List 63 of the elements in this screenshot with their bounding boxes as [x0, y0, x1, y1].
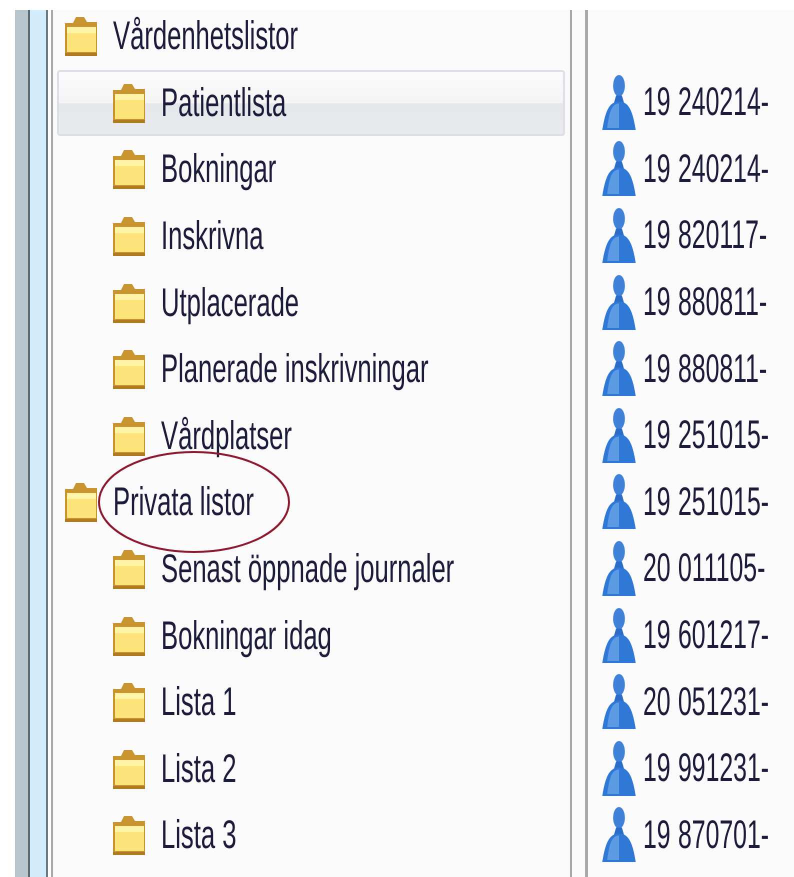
folder-icon — [111, 614, 147, 657]
folder-icon — [111, 681, 147, 724]
tree-item-label[interactable]: Utplacerade — [161, 278, 300, 327]
tree-item-label[interactable]: Bokningar idag — [161, 612, 332, 660]
birth-century: 19 — [643, 412, 671, 460]
personal-number: 870701- — [678, 812, 769, 859]
folder-icon — [63, 481, 99, 524]
folder-icon — [111, 282, 147, 324]
personal-number: 051231- — [678, 678, 769, 726]
tree-item-label[interactable]: Senast öppnade journaler — [161, 545, 454, 594]
tree-item-label[interactable]: Patientlista — [161, 78, 286, 127]
tree-item-label[interactable]: Bokningar — [161, 145, 276, 194]
person-icon — [601, 74, 637, 131]
person-icon — [601, 606, 637, 664]
tree-item-label[interactable]: Vårdplatser — [161, 412, 292, 460]
person-icon — [601, 673, 637, 730]
birth-century: 19 — [643, 212, 671, 260]
folder-icon — [111, 348, 147, 390]
person-icon — [601, 406, 637, 464]
birth-century: 19 — [643, 146, 671, 193]
splitter-bar[interactable] — [570, 10, 588, 877]
personal-number: 880811- — [678, 346, 767, 393]
person-icon — [601, 140, 637, 198]
tree-item-label[interactable]: Vårdenhetslistor — [113, 12, 298, 60]
folder-icon — [63, 15, 99, 58]
person-icon — [601, 340, 637, 398]
tree-item-label[interactable]: Inskrivna — [161, 212, 264, 260]
birth-century: 19 — [643, 346, 671, 393]
folder-icon — [111, 215, 147, 258]
tree-item-label[interactable]: Planerade inskrivningar — [161, 345, 429, 394]
personal-number: 991231- — [678, 745, 769, 792]
birth-century: 19 — [643, 279, 671, 326]
birth-century: 19 — [643, 812, 671, 859]
folder-icon — [111, 814, 147, 856]
birth-century: 20 — [643, 545, 671, 592]
personal-number: 601217- — [678, 612, 769, 660]
folder-icon — [111, 748, 147, 790]
person-icon — [601, 806, 637, 864]
tree-item-label[interactable]: Lista 1 — [161, 678, 236, 726]
personal-number: 251015- — [678, 478, 769, 526]
personal-number: 240214- — [678, 146, 769, 193]
folder-icon — [111, 414, 147, 457]
personal-number: 011105- — [678, 545, 765, 592]
personal-number: 820117- — [678, 212, 767, 260]
person-icon — [601, 473, 637, 530]
tree-item-label[interactable]: Lista 2 — [161, 744, 236, 793]
birth-century: 19 — [643, 79, 671, 126]
tree-item-label[interactable]: Lista 3 — [161, 811, 236, 860]
personal-number: 880811- — [678, 279, 767, 326]
person-icon — [601, 540, 637, 597]
person-icon — [601, 740, 637, 797]
folder-icon — [111, 548, 147, 590]
birth-century: 20 — [643, 678, 671, 726]
birth-century: 19 — [643, 745, 671, 792]
selected-row-highlight[interactable]: Patientlista — [57, 70, 565, 136]
folder-icon — [111, 148, 147, 190]
person-icon — [601, 206, 637, 264]
personal-number: 251015- — [678, 412, 769, 460]
birth-century: 19 — [643, 478, 671, 526]
personal-number: 240214- — [678, 79, 769, 126]
person-icon — [601, 274, 637, 331]
birth-century: 19 — [643, 612, 671, 660]
folder-icon — [111, 82, 147, 124]
